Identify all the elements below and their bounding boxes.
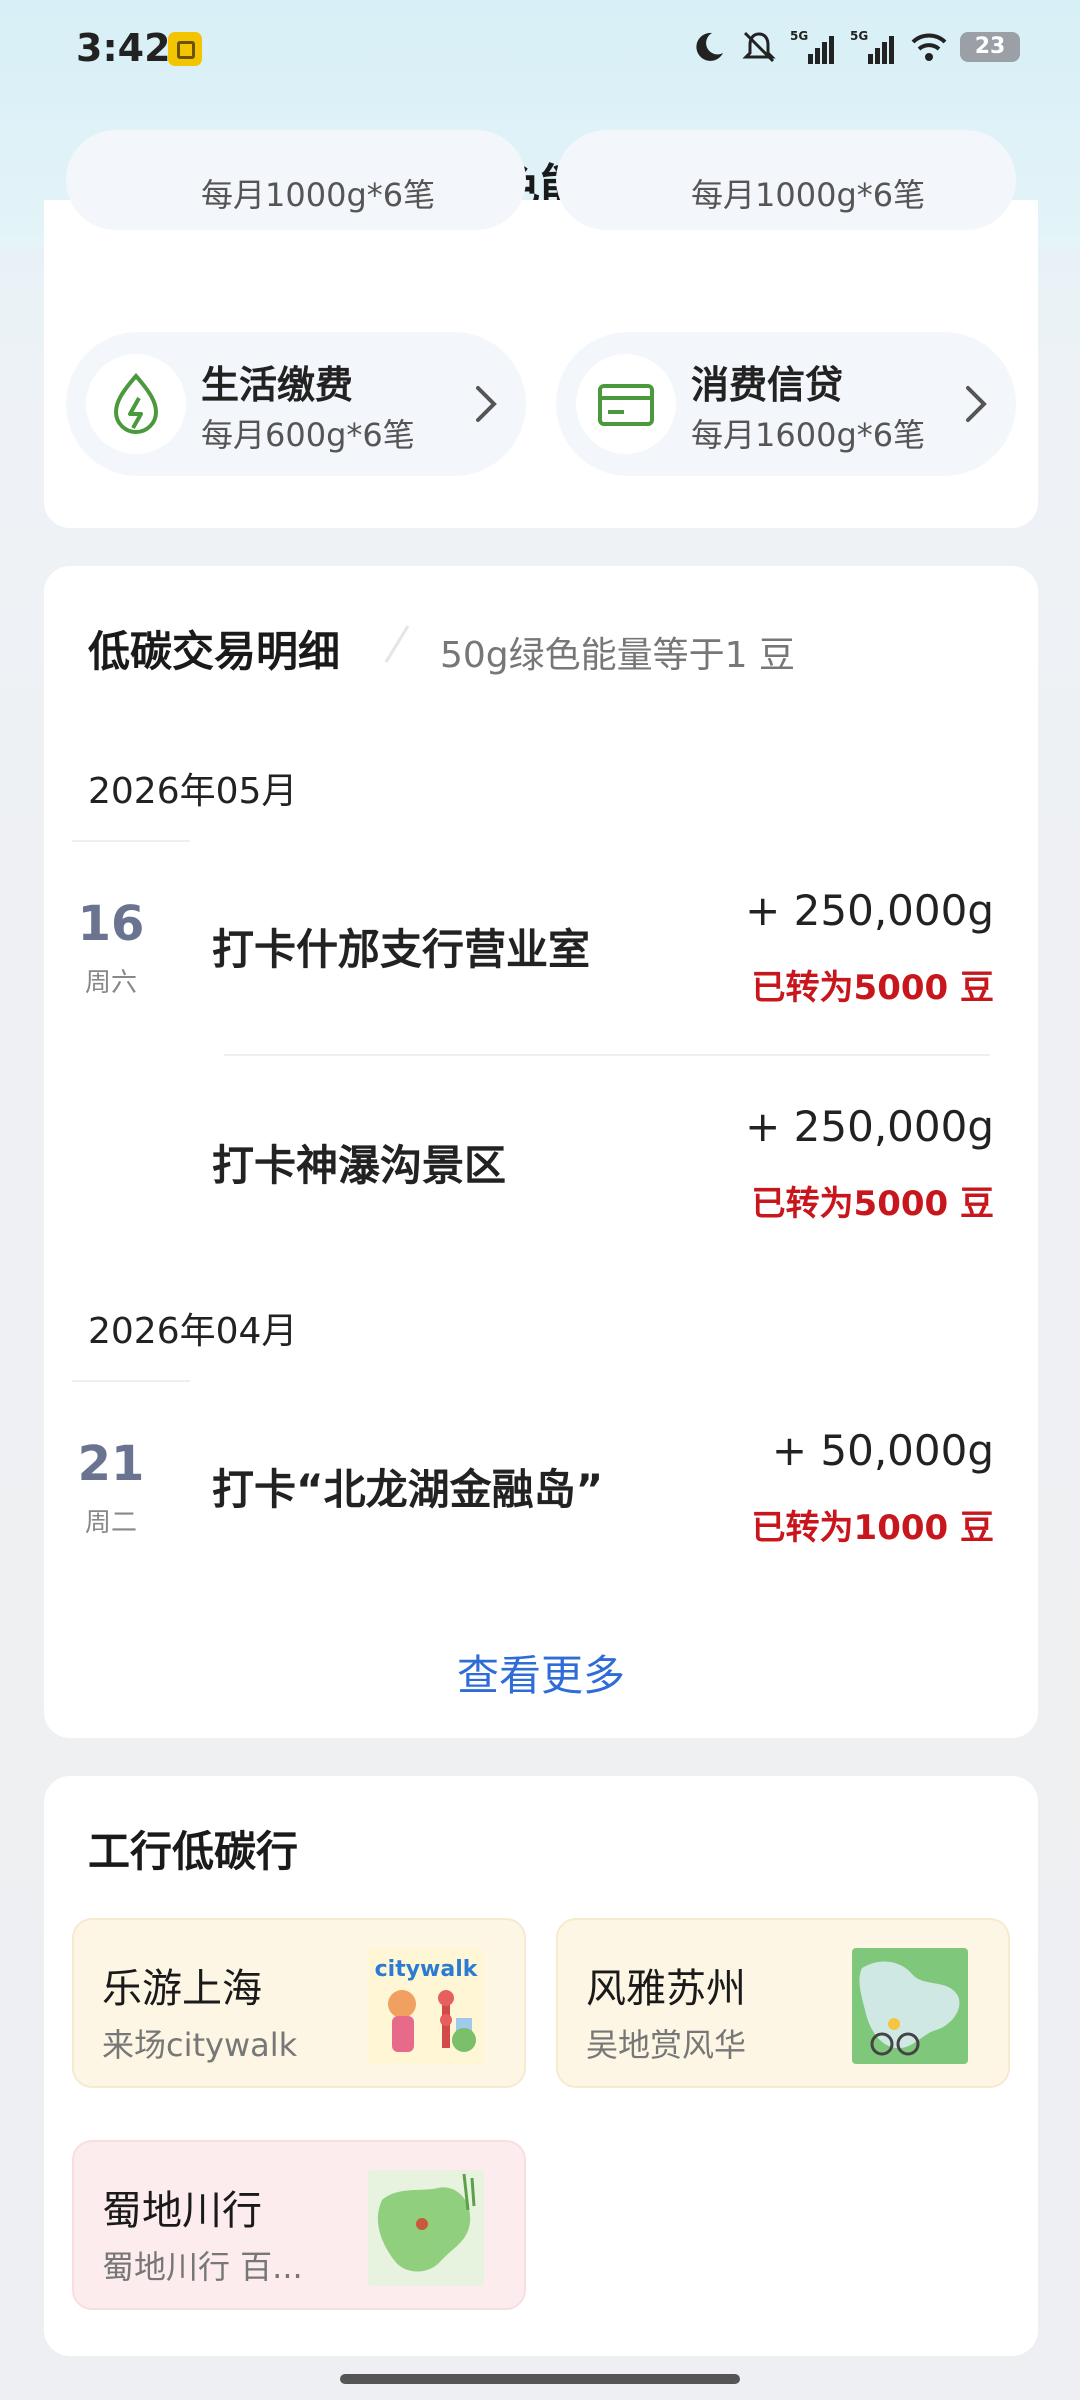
- slash-divider-icon: [384, 625, 410, 663]
- promo-suzhou[interactable]: 风雅苏州 吴地赏风华: [556, 1918, 1010, 2088]
- moon-icon: [696, 32, 723, 61]
- low-carbon-title: 工行低碳行: [88, 1827, 299, 1876]
- battery-level: 23: [974, 34, 1006, 59]
- status-icons: 5G 5G 23: [690, 28, 1020, 66]
- wifi-icon: [911, 33, 947, 61]
- promo-title: 蜀地川行: [102, 2188, 262, 2234]
- card-icon: [576, 354, 676, 454]
- promo-image-suzhou-map: [852, 1948, 968, 2064]
- row-divider: [224, 1054, 990, 1056]
- low-carbon-card: 工行低碳行 乐游上海 来场citywalk citywalk 风雅苏州 吴地赏风…: [44, 1776, 1038, 2356]
- energy-item-title: 消费信贷: [691, 363, 844, 407]
- promo-subtitle: 蜀地川行 百...: [102, 2248, 303, 2286]
- mute-bell-icon: [742, 31, 776, 63]
- battery-icon: 23: [960, 32, 1020, 62]
- transaction-converted: 已转为5000 豆: [751, 968, 994, 1008]
- promo-image-text: citywalk: [375, 1957, 479, 1982]
- promo-subtitle: 吴地赏风华: [586, 2026, 747, 2064]
- promo-image-sichuan-map: [368, 2170, 484, 2286]
- energy-item-partial-right[interactable]: 每月1000g*6笔: [556, 130, 1016, 230]
- day-number: 21: [77, 1436, 145, 1492]
- network-label-1: 5G: [790, 29, 808, 43]
- signal-5g-icon: 5G: [790, 29, 834, 64]
- energy-item-bill-payment[interactable]: 生活缴费 每月600g*6笔: [66, 332, 526, 476]
- promo-subtitle: 来场citywalk: [102, 2026, 298, 2064]
- transaction-name: 打卡神瀑沟景区: [212, 1141, 507, 1190]
- month-label: 2026年05月: [88, 771, 298, 812]
- transactions-title: 低碳交易明细: [88, 627, 341, 676]
- view-more-link[interactable]: 查看更多: [44, 1642, 1038, 1703]
- transactions-card: 低碳交易明细 50g绿色能量等于1 豆 2026年05月 16 周六 打卡什邡支…: [44, 566, 1038, 1738]
- month-label: 2026年04月: [88, 1311, 298, 1352]
- energy-source-card: 每月1000g*6笔 每月1000g*6笔 生活缴费 每月600g*6笔 消费信…: [44, 130, 1038, 528]
- leaf-lightning-icon: [86, 354, 186, 454]
- notification-app-icon: [168, 32, 202, 66]
- promo-image-citywalk: citywalk: [368, 1948, 484, 2064]
- transaction-name: 打卡“北龙湖金融岛”: [212, 1465, 604, 1514]
- chevron-right-icon: [476, 386, 497, 422]
- energy-item-partial-left[interactable]: 每月1000g*6笔: [66, 130, 526, 230]
- transactions-subtitle: 50g绿色能量等于1 豆: [440, 635, 796, 676]
- promo-shanghai[interactable]: 乐游上海 来场citywalk citywalk: [72, 1918, 526, 2088]
- day-number: 16: [77, 896, 145, 952]
- month-divider: [72, 840, 190, 842]
- weekday-label: 周六: [84, 968, 137, 998]
- promo-title: 乐游上海: [102, 1966, 262, 2012]
- signal-5g-icon: 5G: [850, 29, 894, 64]
- status-time: 3:42: [76, 26, 171, 70]
- home-indicator[interactable]: [340, 2374, 740, 2384]
- energy-item-consumer-credit[interactable]: 消费信贷 每月1600g*6笔: [556, 332, 1016, 476]
- transaction-name: 打卡什邡支行营业室: [212, 925, 591, 974]
- weekday-label: 周二: [84, 1508, 137, 1538]
- transaction-amount: + 50,000g: [771, 1426, 994, 1475]
- energy-item-title: 生活缴费: [201, 363, 354, 407]
- promo-title: 风雅苏州: [586, 1966, 746, 2012]
- transaction-converted: 已转为1000 豆: [751, 1508, 994, 1548]
- transaction-converted: 已转为5000 豆: [751, 1184, 994, 1224]
- month-divider: [72, 1380, 190, 1382]
- chevron-right-icon: [966, 386, 987, 422]
- promo-sichuan[interactable]: 蜀地川行 蜀地川行 百...: [72, 2140, 526, 2310]
- energy-item-subtitle: 每月600g*6笔: [201, 416, 415, 454]
- energy-item-subtitle: 每月1000g*6笔: [201, 176, 436, 214]
- network-label-2: 5G: [850, 29, 868, 43]
- energy-item-subtitle: 每月1600g*6笔: [691, 416, 926, 454]
- energy-item-subtitle: 每月1000g*6笔: [691, 176, 926, 214]
- transaction-amount: + 250,000g: [745, 1102, 994, 1151]
- transaction-amount: + 250,000g: [745, 886, 994, 935]
